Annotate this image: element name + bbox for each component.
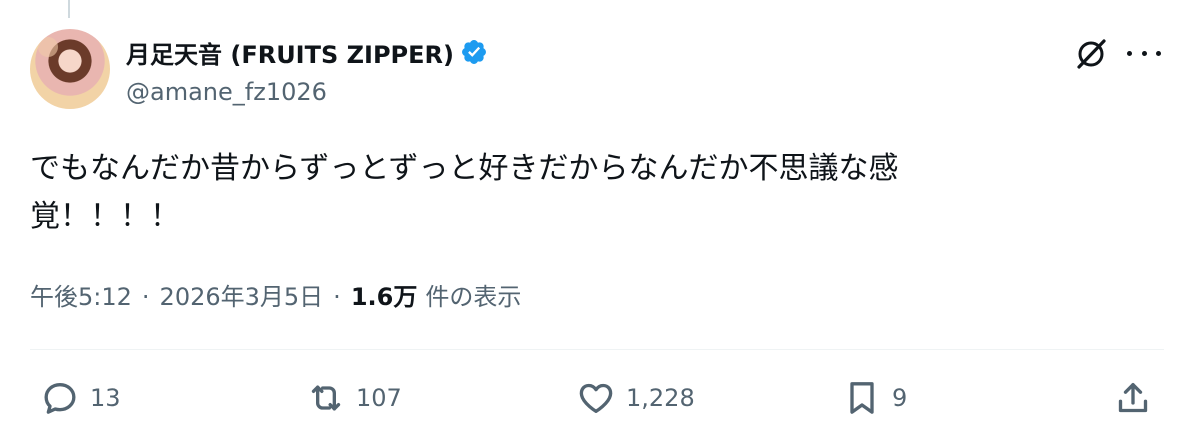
share-button[interactable] (1113, 378, 1153, 418)
like-button[interactable]: 1,228 (576, 378, 695, 418)
more-icon[interactable] (1127, 38, 1161, 68)
bookmark-count: 9 (892, 384, 908, 412)
meta-separator: · (141, 283, 150, 311)
more-dot (1156, 50, 1161, 56)
retweet-button[interactable]: 107 (306, 378, 402, 418)
retweet-icon (311, 385, 341, 411)
thread-connector (68, 0, 70, 18)
meta-separator: · (333, 283, 341, 311)
retweet-count: 107 (356, 384, 402, 412)
more-dot (1141, 50, 1147, 56)
bookmark-icon (850, 382, 874, 414)
reply-button[interactable]: 13 (40, 378, 121, 418)
more-dot (1127, 50, 1132, 56)
tweet-text: でもなんだか昔からずっとずっと好きだからなんだか不思議な感 覚！！！！ (30, 151, 899, 234)
reply-icon (44, 383, 76, 414)
grok-icon[interactable] (1073, 36, 1109, 72)
tweet-time[interactable]: 午後5:12 (30, 277, 132, 312)
share-icon (1118, 383, 1148, 413)
like-count: 1,228 (626, 384, 695, 412)
author-handle[interactable]: @amane_fz1026 (126, 78, 327, 106)
avatar[interactable] (30, 29, 110, 109)
views-count: 1.6万 (350, 283, 418, 311)
verified-badge-icon (462, 40, 486, 64)
tweet-date[interactable]: 2026年3月5日 (160, 277, 324, 312)
divider (30, 349, 1164, 350)
views-label: 件の表示 (425, 283, 522, 311)
tweet-meta: 午後5:12 · 2026年3月5日 · 1.6万 件の表示 (30, 277, 521, 312)
heart-icon (579, 383, 613, 413)
bookmark-button[interactable]: 9 (842, 378, 907, 418)
author-name-row: 月足天音 (FRUITS ZIPPER) (126, 35, 488, 70)
reply-count: 13 (90, 384, 121, 412)
author-display-name[interactable]: 月足天音 (FRUITS ZIPPER) (126, 35, 454, 70)
